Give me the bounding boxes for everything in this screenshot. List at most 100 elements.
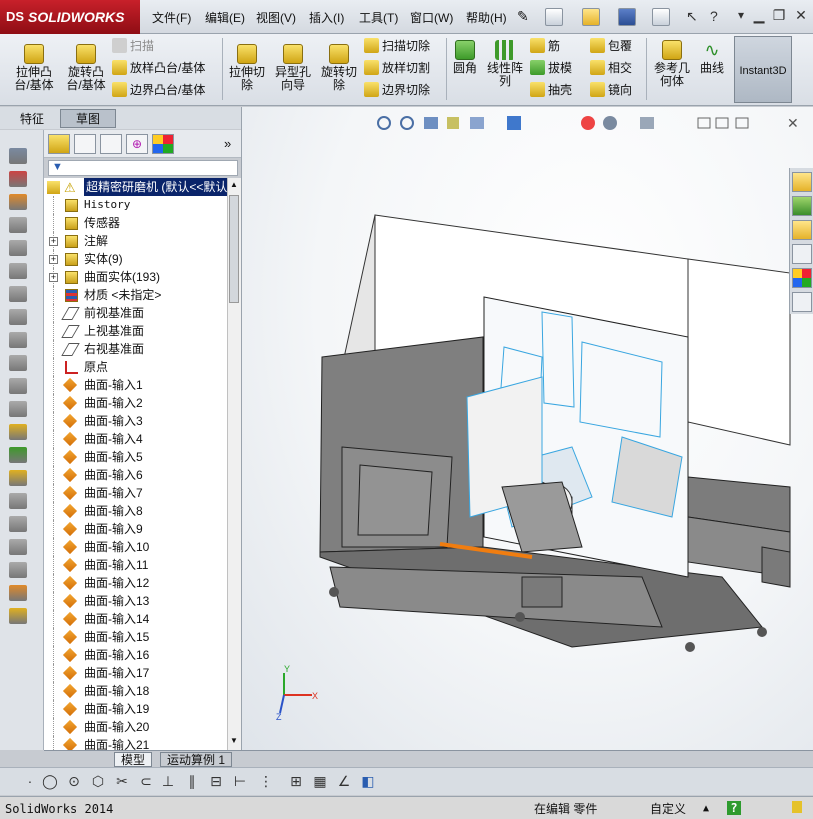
sweep-button[interactable]: 扫描 [112, 37, 154, 55]
polygon-icon[interactable]: ⬡ [90, 773, 106, 789]
loft-boss-button[interactable]: 放样凸台/基体 [112, 59, 205, 77]
tab-sketch[interactable]: 草图 [60, 109, 116, 128]
tree-item[interactable]: 曲面-输入3 [44, 412, 227, 430]
dimension-icon[interactable]: ⊥ [160, 773, 176, 789]
tree-item[interactable]: 传感器 [44, 214, 227, 232]
tree-item[interactable]: 曲面-输入6 [44, 466, 227, 484]
mirror-side-icon[interactable] [9, 309, 27, 325]
tree-item[interactable]: 上视基准面 [44, 322, 227, 340]
plane-side-icon[interactable] [9, 332, 27, 348]
design-library-icon[interactable] [792, 196, 812, 216]
edit-part-icon[interactable] [9, 585, 27, 601]
units-chevron-icon[interactable]: ▲ [703, 801, 709, 817]
tree-item[interactable]: + 注解 [44, 232, 227, 250]
tree-item[interactable]: 曲面-输入15 [44, 628, 227, 646]
point-icon[interactable]: · [22, 773, 38, 789]
hole-wizard-button[interactable]: 异型孔 向导 [271, 44, 315, 92]
home-icon[interactable] [792, 172, 812, 192]
minimize-button[interactable]: ▁ [749, 6, 769, 24]
tree-item[interactable]: 曲面-输入12 [44, 574, 227, 592]
tree-item[interactable]: 曲面-输入8 [44, 502, 227, 520]
copy-icon[interactable] [9, 516, 27, 532]
dimxpert-tab-icon[interactable]: ⊕ [126, 134, 148, 154]
centerpoint-icon[interactable]: ⊙ [66, 773, 82, 789]
move-icon[interactable] [9, 493, 27, 509]
tab-features[interactable]: 特征 [4, 109, 60, 128]
display-style-icon[interactable] [9, 171, 27, 187]
expand-toggle-icon[interactable]: + [49, 255, 58, 264]
pattern-sketch-icon[interactable]: ⋮ [258, 773, 274, 789]
tree-item[interactable]: History [44, 196, 227, 214]
lofted-cut-button[interactable]: 放样切割 [364, 59, 430, 77]
trim-icon[interactable]: ✂ [114, 773, 130, 789]
tree-item[interactable]: + 实体(9) [44, 250, 227, 268]
menu-insert[interactable]: 插入(I) [309, 9, 344, 27]
mirror-button[interactable]: 镜向 [590, 81, 632, 99]
tree-item[interactable]: 曲面-输入11 [44, 556, 227, 574]
tree-item[interactable]: 曲面-输入18 [44, 682, 227, 700]
menu-window[interactable]: 窗口(W) [410, 9, 453, 27]
fillet-side-icon[interactable] [9, 217, 27, 233]
tree-scroll-thumb[interactable] [229, 195, 239, 303]
reference-geometry-button[interactable]: 参考几 何体 [651, 40, 693, 88]
delete-icon[interactable] [9, 562, 27, 578]
tree-filter-input[interactable]: ▼ [48, 160, 238, 176]
tree-item[interactable]: 曲面-输入2 [44, 394, 227, 412]
tree-item[interactable]: 曲面-输入4 [44, 430, 227, 448]
tree-item[interactable]: 曲面-输入16 [44, 646, 227, 664]
view-orientation-icon[interactable] [9, 148, 27, 164]
help-status-icon[interactable]: ? [727, 801, 741, 815]
status-units[interactable]: 自定义 [650, 801, 686, 817]
boundary-boss-button[interactable]: 边界凸台/基体 [112, 81, 205, 99]
pattern-side-icon[interactable] [9, 470, 27, 486]
tree-item[interactable]: + 曲面实体(193) [44, 268, 227, 286]
feature-manager-tab-icon[interactable] [48, 134, 70, 154]
restore-button[interactable]: ❐ [769, 6, 789, 24]
menu-edit[interactable]: 编辑(E) [205, 9, 245, 27]
line-side-icon[interactable] [9, 286, 27, 302]
rib-side-icon[interactable] [9, 263, 27, 279]
cone-icon[interactable] [9, 194, 27, 210]
angle-icon[interactable]: ∠ [336, 773, 352, 789]
view-palette-icon[interactable] [792, 244, 812, 264]
fillet-button[interactable]: 圆角 [450, 40, 480, 75]
draft-button[interactable]: 拔模 [530, 59, 572, 77]
help-question-icon[interactable]: ? [710, 8, 718, 24]
options-chevron-icon[interactable]: ▾ [738, 8, 744, 22]
close-button[interactable]: ✕ [791, 6, 811, 24]
instant3d-button[interactable]: Instant3D [734, 36, 792, 103]
open-folder-icon[interactable] [582, 8, 600, 26]
boundary-cut-button[interactable]: 边界切除 [364, 81, 430, 99]
menu-help[interactable]: 帮助(H) [466, 9, 507, 27]
solidworks-logo[interactable]: DS SOLIDWORKS [0, 0, 140, 34]
circle-icon[interactable]: ◯ [42, 773, 58, 789]
relation-icon[interactable]: ∥ [184, 773, 200, 789]
tree-item[interactable]: 原点 [44, 358, 227, 376]
intersect-button[interactable]: 相交 [590, 59, 632, 77]
tab-model[interactable]: 模型 [114, 752, 153, 767]
expand-toggle-icon[interactable]: + [49, 237, 58, 246]
tree-item[interactable]: 曲面-输入1 [44, 376, 227, 394]
revolve-boss-button[interactable]: 旋转凸 台/基体 [62, 44, 110, 92]
extrude-cut-button[interactable]: 拉伸切 除 [225, 44, 269, 92]
shell-button[interactable]: 抽壳 [530, 81, 572, 99]
slot-icon[interactable]: ⊂ [138, 773, 154, 789]
draft-side-icon[interactable] [9, 240, 27, 256]
display-manager-tab-icon[interactable] [152, 134, 174, 154]
print-icon[interactable] [652, 8, 670, 26]
custom-properties-icon[interactable] [792, 292, 812, 312]
grid-icon[interactable]: ▦ [312, 773, 328, 789]
menu-file[interactable]: 文件(F) [152, 9, 191, 27]
scroll-down-icon[interactable]: ▼ [230, 736, 238, 745]
offset-icon[interactable]: ⊟ [208, 773, 224, 789]
hide-show-icon[interactable] [9, 378, 27, 394]
pin-icon[interactable]: ✎ [517, 8, 529, 25]
appearances-icon[interactable] [792, 268, 812, 288]
swept-cut-button[interactable]: 扫描切除 [364, 37, 430, 55]
curves-button[interactable]: ∿ 曲线 [698, 40, 726, 75]
curve-side-icon[interactable] [9, 401, 27, 417]
tree-item[interactable]: 曲面-输入7 [44, 484, 227, 502]
rib-button[interactable]: 筋 [530, 37, 560, 55]
save-icon[interactable] [618, 8, 636, 26]
quick-snaps-icon[interactable]: ◧ [360, 773, 376, 789]
